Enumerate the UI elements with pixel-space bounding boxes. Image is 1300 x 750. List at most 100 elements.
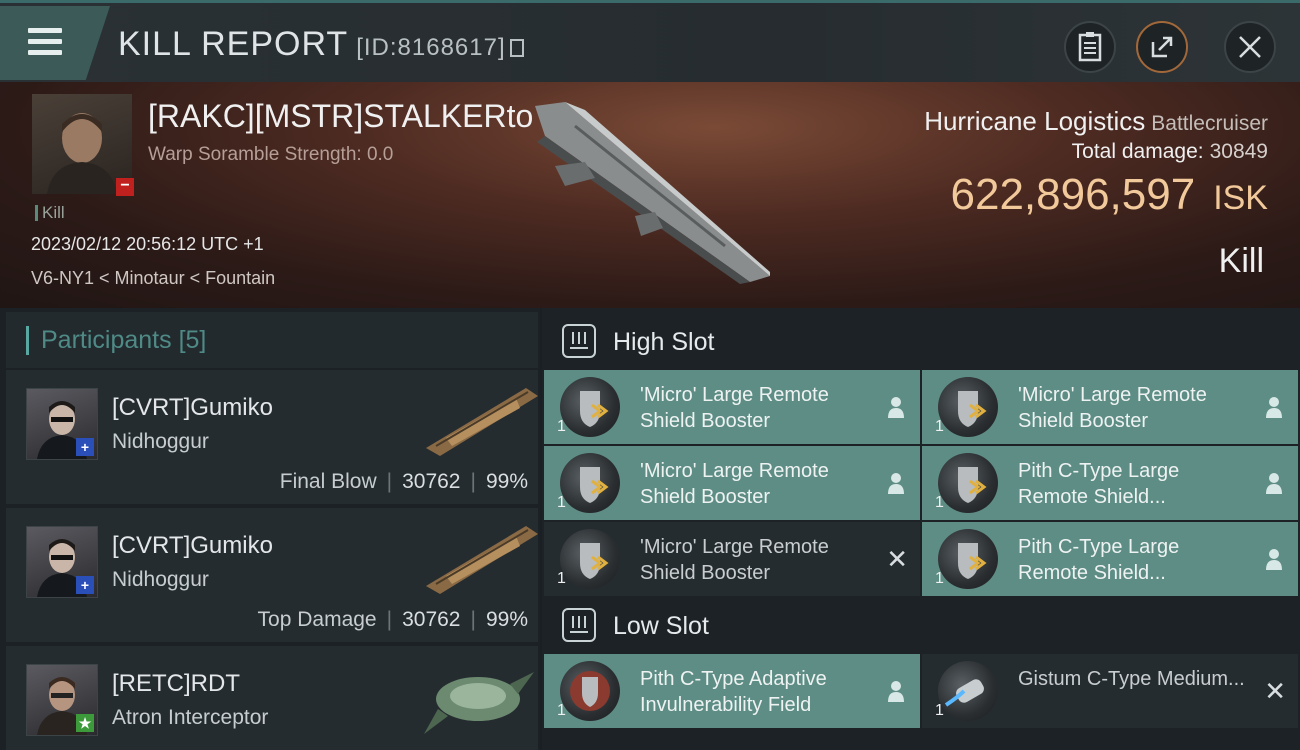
module-quantity: 1 <box>557 570 566 587</box>
module-item[interactable]: 1 'Micro' Large Remote Shield Booster <box>544 370 920 444</box>
stats-divider: | <box>470 470 476 493</box>
kill-tag: Kill <box>35 204 65 221</box>
warp-scramble-strength: Warp Soramble Strength: 0.0 <box>148 144 394 165</box>
menu-icon <box>28 28 62 33</box>
participant-name: [CVRT]Gumiko <box>112 532 273 559</box>
dropped-pilot-icon <box>1266 397 1282 418</box>
victim-pilot-name[interactable]: [RAKC][MSTR]STALKERto <box>148 98 533 135</box>
alliance-star-badge-icon: ★ <box>76 714 94 732</box>
module-quantity: 1 <box>935 702 944 719</box>
page-title: KILL REPORT [ID:8168617] <box>118 25 524 64</box>
low-slot-header: Low Slot <box>542 596 1300 656</box>
participant-tag: Final Blow <box>279 470 377 493</box>
participants-count: [5] <box>178 326 207 354</box>
module-item[interactable]: 1 Gistum C-Type Medium... ✕ <box>922 654 1298 728</box>
module-name: Gistum C-Type Medium... <box>1018 668 1245 690</box>
clipboard-button[interactable] <box>1064 21 1116 73</box>
module-item[interactable]: 1 Pith C-Type Adaptive Invulnerability F… <box>544 654 920 728</box>
capacitor-module-icon <box>938 661 998 721</box>
dropped-pilot-icon <box>1266 549 1282 570</box>
participant-name: [CVRT]Gumiko <box>112 394 273 421</box>
isk-value: 622,896,597 ISK <box>951 170 1269 220</box>
module-quantity: 1 <box>935 570 944 587</box>
shield-booster-icon <box>938 377 998 437</box>
module-name: 'Micro' Large Remote Shield Booster <box>640 384 829 432</box>
participant-name: [RETC]RDT <box>112 670 240 697</box>
clipboard-icon <box>1078 32 1102 62</box>
participants-header: Participants [5] <box>6 312 538 368</box>
shield-booster-icon <box>560 377 620 437</box>
stats-divider: | <box>386 608 393 631</box>
module-item[interactable]: 1 'Micro' Large Remote Shield Booster <box>922 370 1298 444</box>
alliance-plus-badge-icon: + <box>76 438 94 456</box>
hostile-badge-icon: − <box>116 178 134 196</box>
module-item[interactable]: 1 Pith C-Type Large Remote Shield... <box>922 446 1298 520</box>
module-name: 'Micro' Large Remote Shield Booster <box>640 536 829 584</box>
high-slot-header: High Slot <box>542 312 1300 372</box>
module-item[interactable]: 1 'Micro' Large Remote Shield Booster ✕ <box>544 522 920 596</box>
participant-ship: Nidhoggur <box>112 568 209 591</box>
share-icon <box>1151 36 1173 58</box>
module-quantity: 1 <box>935 418 944 435</box>
participant-ship: Atron Interceptor <box>112 706 269 729</box>
menu-icon-bar <box>28 39 62 44</box>
module-name: 'Micro' Large Remote Shield Booster <box>640 460 829 508</box>
total-damage: Total damage: 30849 <box>1072 140 1268 164</box>
participant-tag: Top Damage <box>257 608 377 631</box>
module-quantity: 1 <box>557 418 566 435</box>
module-name: Pith C-Type Large Remote Shield... <box>1018 536 1180 584</box>
shield-booster-icon <box>560 453 620 513</box>
module-quantity: 1 <box>557 494 566 511</box>
module-item[interactable]: 1 'Micro' Large Remote Shield Booster <box>544 446 920 520</box>
close-button[interactable] <box>1224 21 1276 73</box>
invulnerability-field-icon <box>560 661 620 721</box>
module-name: Pith C-Type Large Remote Shield... <box>1018 460 1180 508</box>
dropped-pilot-icon <box>888 473 904 494</box>
dropped-pilot-icon <box>888 681 904 702</box>
copy-icon[interactable] <box>509 39 524 57</box>
participant-ship-image <box>426 388 538 456</box>
participant-damage: 30762 <box>402 608 461 631</box>
ship-class: Battlecruiser <box>1151 112 1268 135</box>
victim-banner: − [RAKC][MSTR]STALKERto Warp Soramble St… <box>0 82 1300 308</box>
module-quantity: 1 <box>557 702 566 719</box>
isk-unit: ISK <box>1213 179 1268 217</box>
total-damage-label: Total damage: <box>1071 140 1204 163</box>
high-slot-label: High Slot <box>613 328 715 356</box>
participant-percent: 99% <box>485 608 528 631</box>
participant-ship-image <box>426 526 538 594</box>
victim-ship-name[interactable]: Hurricane Logistics Battlecruiser <box>924 106 1268 137</box>
menu-button[interactable] <box>0 6 110 80</box>
participant-damage: 30762 <box>402 470 461 493</box>
shield-booster-icon <box>938 529 998 589</box>
kill-id: [ID:8168617] <box>356 34 506 61</box>
stats-divider: | <box>386 470 393 493</box>
menu-icon-bar <box>28 50 62 55</box>
stats-divider: | <box>470 608 476 631</box>
dropped-pilot-icon <box>1266 473 1282 494</box>
participant-stats: Top Damage | 30762 | 99% <box>258 608 528 632</box>
share-button[interactable] <box>1136 21 1188 73</box>
low-slot-label: Low Slot <box>613 612 709 640</box>
high-slot-icon <box>562 324 596 358</box>
shield-booster-icon <box>938 453 998 513</box>
isk-amount: 622,896,597 <box>950 170 1196 219</box>
top-bar: KILL REPORT [ID:8168617] <box>0 0 1300 82</box>
module-item[interactable]: 1 Pith C-Type Large Remote Shield... <box>922 522 1298 596</box>
participant-row[interactable]: ★ [RETC]RDT Atron Interceptor <box>6 646 538 750</box>
destroyed-icon: ✕ <box>1264 676 1286 706</box>
title-text: KILL REPORT <box>118 25 349 63</box>
participant-stats: Final Blow | 30762 | 99% <box>280 470 528 494</box>
dropped-pilot-icon <box>888 397 904 418</box>
module-quantity: 1 <box>935 494 944 511</box>
participants-label: Participants <box>41 326 172 354</box>
kill-datetime: 2023/02/12 20:56:12 UTC +1 <box>31 234 264 254</box>
participant-ship-image <box>424 672 534 734</box>
ship-name-text: Hurricane Logistics <box>924 106 1146 136</box>
low-slot-icon <box>562 608 596 642</box>
module-name: Pith C-Type Adaptive Invulnerability Fie… <box>640 668 827 716</box>
kill-result: Kill <box>1218 242 1264 280</box>
participant-row[interactable]: + [CVRT]Gumiko Nidhoggur Top Damage | 3076… <box>6 508 538 642</box>
participant-row[interactable]: + [CVRT]Gumiko Nidhoggur Final Blow | 3076… <box>6 370 538 504</box>
participants-title: Participants [5] <box>26 326 206 355</box>
